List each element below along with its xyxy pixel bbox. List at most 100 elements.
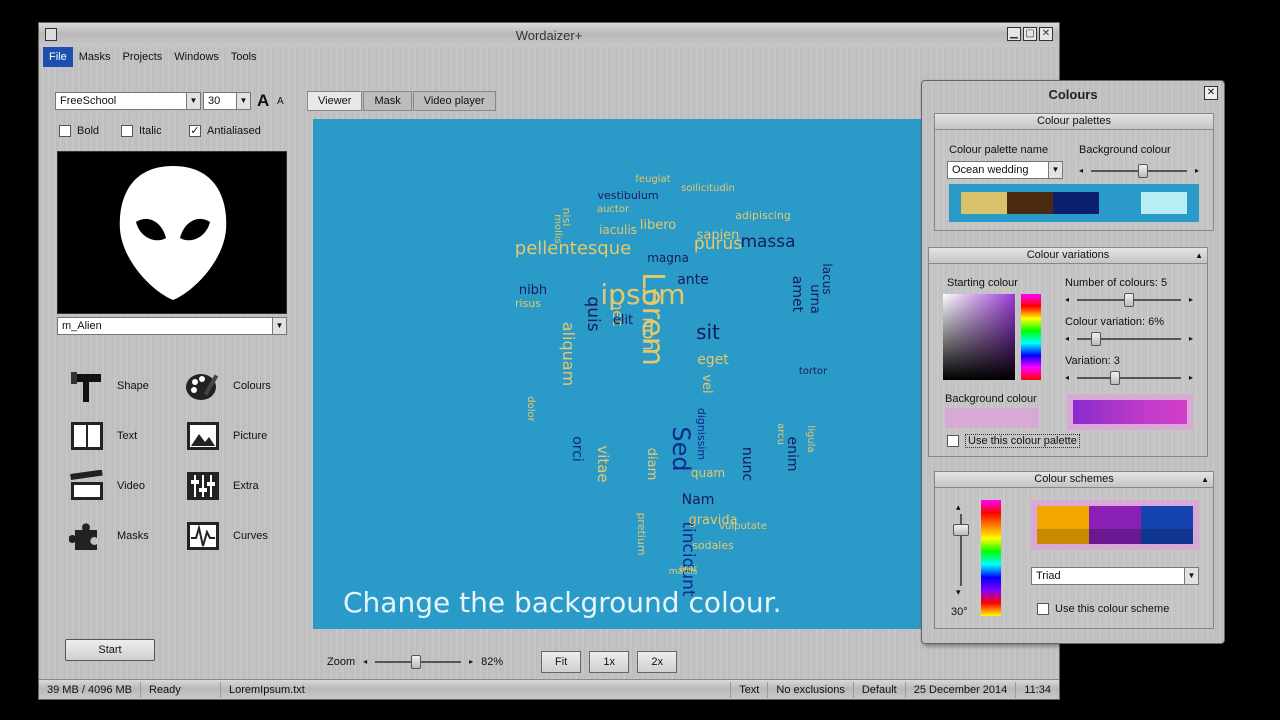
palette-name-select[interactable]: Ocean wedding ▼ [947, 161, 1063, 179]
slider-thumb[interactable] [1109, 371, 1120, 385]
schemes-header[interactable]: Colour schemes ▲ [935, 472, 1213, 488]
system-menu-icon[interactable] [45, 28, 57, 41]
slider-up-arrow[interactable]: ▴ [956, 502, 961, 513]
palette-swatch[interactable] [1053, 192, 1099, 214]
palette-swatch[interactable] [961, 192, 1007, 214]
slider-left-arrow[interactable]: ◂ [1065, 332, 1069, 346]
collapse-icon[interactable]: ▲ [1201, 472, 1209, 487]
start-button[interactable]: Start [65, 639, 155, 661]
zoom-fit-button[interactable]: Fit [541, 651, 582, 673]
schemes-header-label: Colour schemes [1034, 473, 1114, 485]
menu-bar: File Masks Projects Windows Tools [43, 47, 263, 67]
checkbox-box[interactable]: ✓ [189, 125, 201, 137]
chevron-down-icon[interactable]: ▼ [186, 93, 200, 109]
variation-gradient [1073, 400, 1187, 424]
slider-right-arrow[interactable]: ▸ [469, 655, 473, 669]
variations-section: Colour variations ▲ Starting colour Numbe… [928, 247, 1208, 457]
palette-swatch[interactable] [1141, 192, 1187, 214]
tool-video[interactable]: Video [69, 469, 145, 503]
palette-swatch[interactable] [1007, 192, 1053, 214]
scheme-swatch-orange[interactable] [1037, 506, 1089, 544]
viewer-canvas[interactable]: Lorem ipsum Sed pellentesque purus massa aliqu… [313, 119, 923, 629]
slider-right-arrow[interactable]: ▸ [1195, 164, 1199, 178]
italic-checkbox[interactable]: Italic [121, 125, 162, 137]
tool-curves[interactable]: Curves [185, 519, 268, 553]
tool-picture[interactable]: Picture [185, 419, 267, 453]
tool-colours-label: Colours [233, 380, 271, 392]
num-colours-slider[interactable]: ◂ ▸ [1065, 293, 1193, 307]
restore-button[interactable]: ▢ [1023, 27, 1037, 41]
slider-down-arrow[interactable]: ▾ [956, 587, 961, 598]
slider-left-arrow[interactable]: ◂ [363, 655, 367, 669]
slider-right-arrow[interactable]: ▸ [1189, 332, 1193, 346]
variations-header[interactable]: Colour variations ▲ [929, 248, 1207, 264]
slider-thumb[interactable] [1091, 332, 1102, 346]
slider-thumb[interactable] [1124, 293, 1134, 307]
menu-windows[interactable]: Windows [168, 47, 225, 67]
tool-shape[interactable]: Shape [69, 369, 149, 403]
palettes-header[interactable]: Colour palettes [935, 114, 1213, 130]
font-size-select[interactable]: 30 ▼ [203, 92, 251, 110]
scheme-swatch-purple[interactable] [1089, 506, 1141, 544]
chevron-down-icon[interactable]: ▼ [1184, 568, 1198, 584]
slider-thumb[interactable] [410, 655, 421, 669]
checkbox-box[interactable] [59, 125, 71, 137]
bold-checkbox[interactable]: Bold [59, 125, 99, 137]
tool-text[interactable]: Text [69, 419, 137, 453]
scheme-hue-bar[interactable] [981, 500, 1001, 616]
tool-masks[interactable]: Masks [69, 519, 149, 553]
slider-right-arrow[interactable]: ▸ [1189, 293, 1193, 307]
zoom-slider[interactable]: ◂ ▸ [363, 655, 473, 669]
menu-tools[interactable]: Tools [225, 47, 263, 67]
zoom-1x-button[interactable]: 1x [589, 651, 630, 673]
tab-video-player[interactable]: Video player [412, 91, 496, 111]
chevron-down-icon[interactable]: ▼ [236, 93, 250, 109]
variation-slider[interactable]: ◂ ▸ [1065, 371, 1193, 385]
font-name-value: FreeSchool [60, 95, 117, 107]
decrease-font-button[interactable]: A [277, 96, 284, 107]
slider-left-arrow[interactable]: ◂ [1079, 164, 1083, 178]
checkbox-box[interactable] [121, 125, 133, 137]
tab-mask[interactable]: Mask [363, 91, 412, 111]
scheme-type-select[interactable]: Triad ▼ [1031, 567, 1199, 585]
puzzle-icon [69, 519, 105, 553]
slider-thumb[interactable] [953, 524, 969, 536]
collapse-icon[interactable]: ▲ [1195, 248, 1203, 263]
increase-font-button[interactable]: A [257, 91, 269, 111]
tool-colours[interactable]: Colours [185, 369, 271, 403]
cloud-word: amet [789, 276, 805, 313]
cloud-word: risus [515, 297, 541, 310]
zoom-2x-button[interactable]: 2x [637, 651, 678, 673]
colour-picker-square[interactable] [943, 294, 1015, 380]
use-palette-checkbox[interactable]: Use this colour palette [947, 434, 1080, 448]
use-scheme-checkbox[interactable]: Use this colour scheme [1037, 603, 1169, 615]
menu-file[interactable]: File [43, 47, 73, 67]
antialiased-checkbox[interactable]: ✓ Antialiased [189, 125, 261, 137]
italic-label: Italic [139, 125, 162, 137]
menu-projects[interactable]: Projects [117, 47, 169, 67]
checkbox-box[interactable] [947, 435, 959, 447]
tab-viewer[interactable]: Viewer [307, 91, 363, 111]
cloud-word: arcu [775, 423, 786, 445]
scheme-angle-slider[interactable]: ▴ ▾ [953, 502, 969, 598]
slider-left-arrow[interactable]: ◂ [1065, 371, 1069, 385]
cloud-word: dolor [525, 396, 536, 422]
slider-left-arrow[interactable]: ◂ [1065, 293, 1069, 307]
slider-right-arrow[interactable]: ▸ [1189, 371, 1193, 385]
chevron-down-icon[interactable]: ▼ [272, 318, 286, 334]
tool-extra[interactable]: Extra [185, 469, 259, 503]
scheme-swatch-blue[interactable] [1141, 506, 1193, 544]
variation-bg-swatch[interactable] [945, 408, 1039, 428]
hue-bar[interactable] [1021, 294, 1041, 380]
close-icon[interactable]: ✕ [1204, 86, 1218, 100]
font-name-select[interactable]: FreeSchool ▼ [55, 92, 201, 110]
checkbox-box[interactable] [1037, 603, 1049, 615]
colour-variation-slider[interactable]: ◂ ▸ [1065, 332, 1193, 346]
palette-bg-slider[interactable]: ◂ ▸ [1079, 164, 1199, 178]
slider-thumb[interactable] [1138, 164, 1149, 178]
minimize-button[interactable]: ▁ [1007, 27, 1021, 41]
menu-masks[interactable]: Masks [73, 47, 117, 67]
chevron-down-icon[interactable]: ▼ [1048, 162, 1062, 178]
close-button[interactable]: ✕ [1039, 27, 1053, 41]
mask-select[interactable]: m_Alien ▼ [57, 317, 287, 335]
